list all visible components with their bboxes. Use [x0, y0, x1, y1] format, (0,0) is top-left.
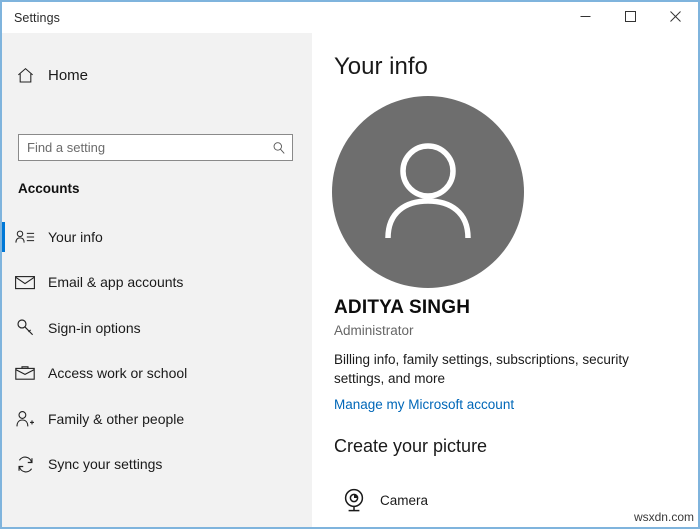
camera-icon [336, 487, 372, 513]
person-add-icon [2, 410, 48, 428]
briefcase-icon [2, 365, 48, 381]
sidebar-item-label: Email & app accounts [48, 274, 183, 290]
billing-description: Billing info, family settings, subscript… [334, 350, 664, 388]
home-icon [2, 66, 48, 85]
minimize-button[interactable] [563, 2, 608, 33]
close-icon [670, 9, 681, 27]
your-info-icon [2, 229, 48, 245]
camera-option[interactable]: Camera [330, 483, 434, 517]
user-role: Administrator [334, 323, 414, 338]
sidebar: Home Accounts [2, 33, 312, 527]
maximize-icon [625, 9, 636, 27]
watermark: wsxdn.com [634, 510, 694, 524]
sidebar-item-sync-your-settings[interactable]: Sync your settings [2, 442, 312, 488]
search-icon[interactable] [266, 135, 292, 160]
key-icon [2, 318, 48, 337]
window-title: Settings [14, 11, 60, 25]
search-input[interactable] [19, 140, 266, 155]
sidebar-item-label: Access work or school [48, 365, 187, 381]
sidebar-item-email-app-accounts[interactable]: Email & app accounts [2, 260, 312, 306]
manage-microsoft-account-link[interactable]: Manage my Microsoft account [334, 397, 514, 412]
avatar [332, 96, 524, 288]
camera-label: Camera [380, 493, 428, 508]
sidebar-nav-list: Your info Email & app accounts [2, 214, 312, 487]
user-name: ADITYA SINGH [334, 297, 470, 319]
main-content: Your info ADITYA SINGH Administrator Bil… [312, 33, 698, 527]
window-controls [563, 2, 698, 33]
create-your-picture-heading: Create your picture [334, 436, 487, 457]
sync-icon [2, 455, 48, 474]
sidebar-item-sign-in-options[interactable]: Sign-in options [2, 305, 312, 351]
minimize-icon [580, 9, 591, 27]
page-title: Your info [334, 53, 428, 81]
sidebar-home-label: Home [48, 67, 88, 84]
sidebar-item-your-info[interactable]: Your info [2, 214, 312, 260]
title-bar: Settings [2, 2, 698, 33]
person-avatar-icon [373, 138, 483, 247]
sidebar-item-access-work-or-school[interactable]: Access work or school [2, 351, 312, 397]
sidebar-item-label: Sync your settings [48, 456, 162, 472]
sidebar-item-label: Family & other people [48, 411, 184, 427]
maximize-button[interactable] [608, 2, 653, 33]
sidebar-item-label: Your info [48, 229, 103, 245]
sidebar-item-family-other-people[interactable]: Family & other people [2, 396, 312, 442]
close-button[interactable] [653, 2, 698, 33]
sidebar-item-home[interactable]: Home [2, 57, 312, 93]
sidebar-item-label: Sign-in options [48, 320, 141, 336]
envelope-icon [2, 275, 48, 290]
settings-window: Settings [0, 0, 700, 529]
search-box[interactable] [18, 134, 293, 161]
sidebar-section-title: Accounts [18, 181, 80, 196]
